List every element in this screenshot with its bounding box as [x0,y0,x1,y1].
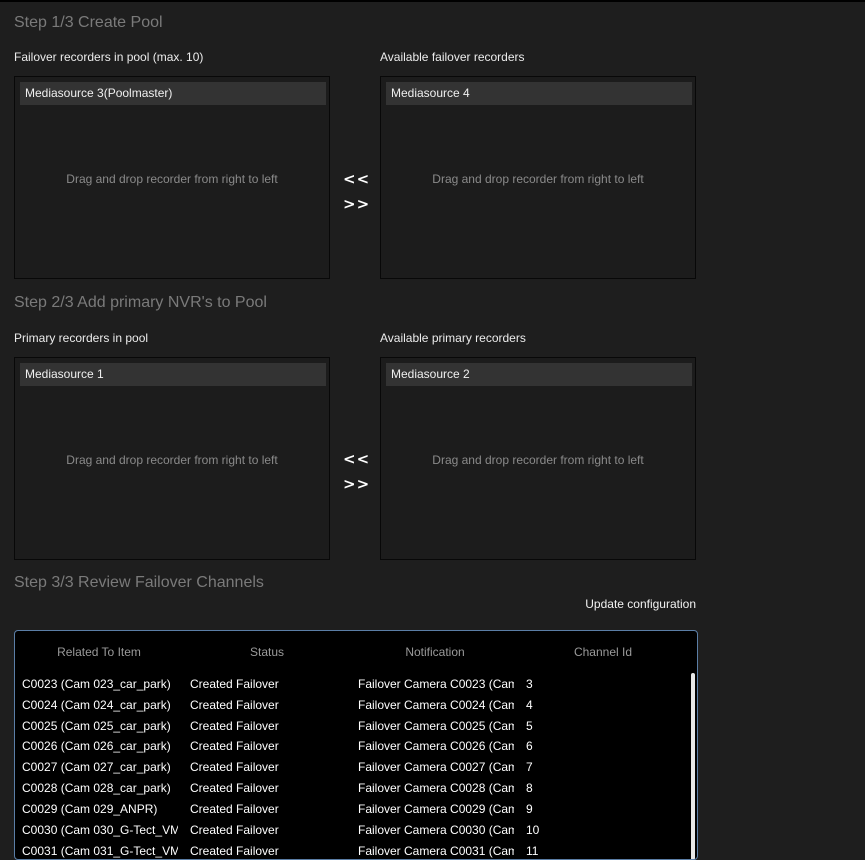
update-configuration-button[interactable]: Update configuration [580,597,696,615]
list-item-mediasource-1[interactable]: Mediasource 1 [20,363,326,386]
table-row[interactable]: C0027 (Cam 027_car_park) Created Failove… [15,757,689,777]
cell-channel-id: 10 [526,823,540,837]
failover-pool-label: Failover recorders in pool (max. 10) [14,50,204,64]
cell-notification: Failover Camera C0028 (Cam [358,781,514,795]
cell-related-item: C0027 (Cam 027_car_park) [22,760,171,774]
cell-channel-id: 4 [526,698,533,712]
step2-title: Step 2/3 Add primary NVR's to Pool [14,294,267,311]
list-item-mediasource-2[interactable]: Mediasource 2 [386,363,692,386]
list-item-mediasource-4[interactable]: Mediasource 4 [386,82,692,105]
cell-status: Created Failover [190,698,279,712]
cell-channel-id: 7 [526,760,533,774]
primary-pool-label: Primary recorders in pool [14,331,149,345]
list-item-mediasource-3[interactable]: Mediasource 3(Poolmaster) [20,82,326,105]
move-right-button[interactable]: >> [343,473,369,495]
cell-channel-id: 6 [526,739,533,753]
table-row[interactable]: C0025 (Cam 025_car_park) Created Failove… [15,716,689,736]
cell-notification: Failover Camera C0029 (Cam [358,802,514,816]
cell-related-item: C0029 (Cam 029_ANPR) [22,802,158,816]
column-header-related-item[interactable]: Related To Item [15,645,183,659]
cell-channel-id: 8 [526,781,533,795]
cell-related-item: C0024 (Cam 024_car_park) [22,698,171,712]
cell-channel-id: 9 [526,802,533,816]
move-right-button[interactable]: >> [343,193,369,215]
table-row[interactable]: C0028 (Cam 028_car_park) Created Failove… [15,778,689,798]
table-header: Related To Item Status Notification Chan… [15,631,697,671]
step1-title: Step 1/3 Create Pool [14,14,163,31]
cell-related-item: C0030 (Cam 030_G-Tect_VM [22,823,178,837]
primary-pool-list[interactable]: Mediasource 1 Drag and drop recorder fro… [14,357,330,560]
cell-related-item: C0025 (Cam 025_car_park) [22,719,171,733]
column-header-status[interactable]: Status [183,645,351,659]
cell-status: Created Failover [190,719,279,733]
step3-title: Step 3/3 Review Failover Channels [14,574,264,591]
table-row[interactable]: C0031 (Cam 031_G-Tect_VM Created Failove… [15,841,689,859]
failover-channels-table[interactable]: Related To Item Status Notification Chan… [14,630,698,860]
cell-notification: Failover Camera C0024 (Cam [358,698,514,712]
cell-status: Created Failover [190,677,279,691]
table-row[interactable]: C0026 (Cam 026_car_park) Created Failove… [15,736,689,756]
table-row[interactable]: C0024 (Cam 024_car_park) Created Failove… [15,695,689,715]
cell-related-item: C0023 (Cam 023_car_park) [22,677,171,691]
cell-related-item: C0028 (Cam 028_car_park) [22,781,171,795]
cell-channel-id: 5 [526,719,533,733]
move-left-button[interactable]: << [343,448,369,470]
cell-related-item: C0026 (Cam 026_car_park) [22,739,171,753]
table-scrollbar[interactable] [691,673,695,859]
cell-status: Created Failover [190,802,279,816]
drag-hint: Drag and drop recorder from right to lef… [432,172,644,186]
failover-pool-list[interactable]: Mediasource 3(Poolmaster) Drag and drop … [14,76,330,279]
column-header-channel-id[interactable]: Channel Id [519,645,687,659]
cell-notification: Failover Camera C0025 (Cam [358,719,514,733]
available-primary-list[interactable]: Mediasource 2 Drag and drop recorder fro… [380,357,696,560]
top-border [0,0,865,2]
available-failover-label: Available failover recorders [380,50,525,64]
cell-notification: Failover Camera C0027 (Cam [358,760,514,774]
cell-status: Created Failover [190,760,279,774]
table-row[interactable]: C0029 (Cam 029_ANPR) Created Failover Fa… [15,799,689,819]
available-primary-label: Available primary recorders [380,331,526,345]
cell-status: Created Failover [190,781,279,795]
move-left-button[interactable]: << [343,168,369,190]
cell-notification: Failover Camera C0023 (Cam [358,677,514,691]
cell-status: Created Failover [190,739,279,753]
table-row[interactable]: C0030 (Cam 030_G-Tect_VM Created Failove… [15,820,689,840]
cell-notification: Failover Camera C0026 (Cam [358,739,514,753]
cell-related-item: C0031 (Cam 031_G-Tect_VM [22,844,178,858]
cell-status: Created Failover [190,844,279,858]
table-row[interactable]: C0023 (Cam 023_car_park) Created Failove… [15,674,689,694]
column-header-notification[interactable]: Notification [351,645,519,659]
cell-channel-id: 3 [526,677,533,691]
drag-hint: Drag and drop recorder from right to lef… [66,172,278,186]
drag-hint: Drag and drop recorder from right to lef… [432,453,644,467]
cell-notification: Failover Camera C0030 (Cam [358,823,514,837]
available-failover-list[interactable]: Mediasource 4 Drag and drop recorder fro… [380,76,696,279]
cell-notification: Failover Camera C0031 (Cam [358,844,514,858]
cell-status: Created Failover [190,823,279,837]
cell-channel-id: 11 [526,844,539,858]
drag-hint: Drag and drop recorder from right to lef… [66,453,278,467]
